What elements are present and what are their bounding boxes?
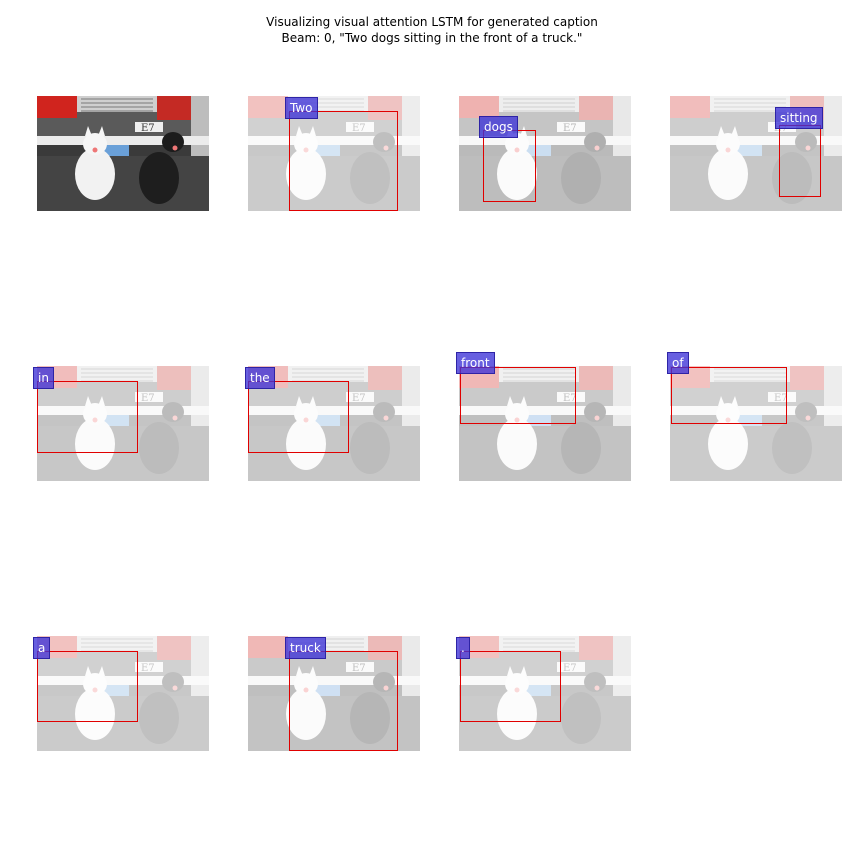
word-label-in: in — [33, 367, 54, 389]
attention-box-dogs — [483, 130, 536, 202]
word-label-two: Two — [285, 97, 318, 119]
original-image-panel — [37, 96, 209, 211]
attention-box-truck — [289, 651, 398, 751]
word-label-of: of — [667, 352, 689, 374]
attention-box-front — [460, 367, 576, 424]
dogs-truck-photo — [37, 96, 209, 211]
attention-box-a — [37, 651, 138, 722]
figure-title-line-1: Visualizing visual attention LSTM for ge… — [266, 15, 598, 29]
attention-box-sitting — [779, 125, 821, 197]
word-label-period: . — [456, 637, 470, 659]
attention-box-period — [460, 651, 561, 722]
word-label-the: the — [245, 367, 275, 389]
attention-box-of — [671, 367, 787, 424]
figure-title-line-2: Beam: 0, "Two dogs sitting in the front … — [281, 31, 583, 45]
attention-box-the — [248, 381, 349, 453]
attention-box-in — [37, 381, 138, 453]
word-label-sitting: sitting — [775, 107, 823, 129]
attention-box-two — [289, 111, 398, 211]
word-label-dogs: dogs — [479, 116, 518, 138]
word-label-truck: truck — [285, 637, 326, 659]
word-label-a: a — [33, 637, 51, 659]
word-label-front: front — [456, 352, 495, 374]
